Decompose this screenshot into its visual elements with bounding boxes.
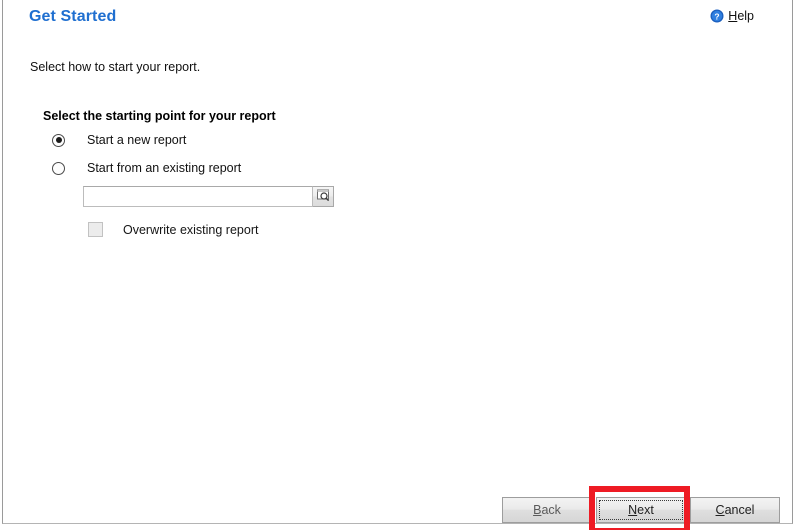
help-link[interactable]: ? Help: [710, 9, 754, 23]
browse-button[interactable]: [313, 186, 334, 207]
help-accel-letter: H: [728, 9, 738, 23]
next-accel-letter: N: [628, 503, 638, 517]
help-circle-icon: ?: [710, 9, 724, 23]
group-title: Select the starting point for your repor…: [43, 109, 276, 123]
svg-text:?: ?: [715, 11, 720, 21]
back-rest-letters: ack: [541, 503, 561, 517]
footer-button-bar: Back Next Cancel: [3, 497, 794, 524]
radio-start-existing-report[interactable]: Start from an existing report: [52, 161, 241, 175]
cancel-button-label: Cancel: [716, 503, 755, 517]
cancel-rest-letters: ancel: [724, 503, 755, 517]
radio-start-new-report[interactable]: Start a new report: [52, 133, 186, 147]
radio-indicator-new[interactable]: [52, 133, 65, 147]
back-button[interactable]: Back: [502, 497, 592, 523]
radio-indicator-existing[interactable]: [52, 161, 65, 175]
intro-text: Select how to start your report.: [30, 60, 201, 74]
existing-report-input[interactable]: [83, 186, 313, 207]
help-rest-letters: elp: [737, 9, 754, 23]
wizard-dialog: Get Started ? Help Select how to start y…: [2, 0, 793, 524]
next-rest-letters: ext: [637, 503, 654, 517]
overwrite-checkbox-label: Overwrite existing report: [123, 222, 259, 237]
overwrite-existing-report-row[interactable]: Overwrite existing report: [88, 222, 258, 237]
back-button-label: Back: [533, 503, 561, 517]
next-button[interactable]: Next: [596, 497, 686, 523]
cancel-accel-letter: C: [715, 503, 725, 517]
help-label: Help: [728, 9, 754, 23]
cancel-button[interactable]: Cancel: [690, 497, 780, 523]
radio-label-new: Start a new report: [87, 133, 187, 147]
next-button-label: Next: [628, 503, 654, 517]
screenshot-root: Get Started ? Help Select how to start y…: [0, 0, 803, 530]
radio-label-existing: Start from an existing report: [87, 161, 242, 175]
browse-magnifier-icon: [316, 188, 331, 206]
overwrite-checkbox[interactable]: [88, 222, 103, 237]
page-title: Get Started: [29, 8, 117, 25]
existing-report-field-group: [83, 186, 334, 207]
